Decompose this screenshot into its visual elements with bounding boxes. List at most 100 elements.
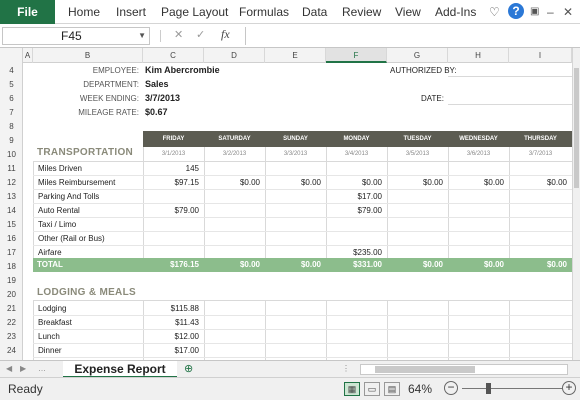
date-cell[interactable]: 3/6/2013 (448, 147, 509, 161)
minimize-icon[interactable]: – (547, 4, 554, 20)
tab-split-icon[interactable]: ⋮ (342, 364, 350, 373)
col-a-header[interactable]: A (23, 48, 33, 63)
cancel-icon[interactable]: ✕ (174, 27, 183, 43)
vertical-scrollbar[interactable] (572, 48, 580, 360)
row-label[interactable]: Auto Rental (38, 206, 80, 215)
expense-cell[interactable]: $97.15 (143, 178, 199, 187)
row-header[interactable]: 19 (0, 274, 23, 288)
col-d-header[interactable]: D (204, 48, 265, 63)
expense-cell[interactable]: $12.00 (143, 332, 199, 341)
horizontal-scroll-thumb[interactable] (375, 366, 475, 373)
restore-icon[interactable]: ▣ (530, 4, 539, 20)
row-header[interactable]: 22 (0, 316, 23, 330)
file-tab[interactable]: File (0, 0, 55, 24)
page-break-view-icon[interactable]: ▤ (384, 382, 400, 396)
row-label[interactable]: Parking And Tolls (38, 192, 99, 201)
row-header[interactable]: 14 (0, 204, 23, 218)
help-icon[interactable]: ? (508, 3, 524, 19)
col-b-header[interactable]: B (33, 48, 143, 63)
expense-cell[interactable]: 145 (143, 164, 199, 173)
row-header[interactable]: 16 (0, 232, 23, 246)
row-header[interactable]: 20 (0, 288, 23, 302)
row-header[interactable]: 4 (0, 64, 23, 78)
expense-cell[interactable]: $0.00 (326, 178, 382, 187)
row-label[interactable]: Breakfast (38, 318, 72, 327)
row-header[interactable]: 17 (0, 246, 23, 260)
zoom-level[interactable]: 64% (408, 382, 432, 396)
expense-cell[interactable]: $79.00 (143, 206, 199, 215)
department-value[interactable]: Sales (145, 79, 169, 89)
horizontal-scrollbar[interactable] (360, 364, 568, 375)
tab-data[interactable]: Data (302, 0, 327, 24)
expense-cell[interactable]: $79.00 (326, 206, 382, 215)
col-f-header[interactable]: F (326, 48, 387, 63)
row-header[interactable]: 8 (0, 120, 23, 134)
formula-input[interactable] (245, 27, 578, 45)
row-label[interactable]: Lodging (38, 304, 66, 313)
expense-cell[interactable]: $235.00 (326, 248, 382, 257)
heart-icon[interactable]: ♡ (489, 4, 500, 20)
row-header[interactable]: 11 (0, 162, 23, 176)
chevron-down-icon[interactable]: ▼ (138, 28, 146, 44)
name-box[interactable]: F45 ▼ (2, 27, 150, 45)
total-cell[interactable]: $0.00 (387, 258, 443, 272)
tab-page-layout[interactable]: Page Layout (161, 0, 228, 24)
total-cell[interactable]: $0.00 (204, 258, 260, 272)
close-icon[interactable]: ✕ (563, 4, 573, 20)
date-cell[interactable]: 3/3/2013 (265, 147, 326, 161)
row-header[interactable]: 15 (0, 218, 23, 232)
row-header[interactable]: 18 (0, 260, 23, 274)
enter-icon[interactable]: ✓ (196, 27, 205, 43)
date-cell[interactable]: 3/2/2013 (204, 147, 265, 161)
row-header[interactable]: 10 (0, 148, 23, 162)
row-header[interactable]: 12 (0, 176, 23, 190)
expense-cell[interactable]: $0.00 (265, 178, 321, 187)
new-sheet-icon[interactable]: ⊕ (184, 362, 193, 375)
total-cell[interactable]: $331.00 (326, 258, 382, 272)
total-cell[interactable]: $0.00 (448, 258, 504, 272)
tab-insert[interactable]: Insert (116, 0, 146, 24)
row-label[interactable]: Dinner (38, 346, 62, 355)
expense-cell[interactable]: $0.00 (204, 178, 260, 187)
total-cell[interactable]: $0.00 (265, 258, 321, 272)
employee-value[interactable]: Kim Abercrombie (145, 65, 220, 75)
date-cell[interactable]: 3/1/2013 (143, 147, 204, 161)
row-header[interactable]: 9 (0, 134, 23, 148)
zoom-slider-track[interactable] (462, 388, 562, 389)
expense-cell[interactable]: $0.00 (509, 178, 567, 187)
date-cell[interactable]: 3/4/2013 (326, 147, 387, 161)
zoom-out-icon[interactable]: − (444, 381, 458, 395)
select-all-corner[interactable] (0, 48, 23, 63)
date-cell[interactable]: 3/7/2013 (509, 147, 572, 161)
next-sheet-icon[interactable]: ▶ (20, 364, 26, 373)
expense-cell[interactable]: $0.00 (448, 178, 504, 187)
expense-cell[interactable]: $115.88 (143, 304, 199, 313)
tab-review[interactable]: Review (342, 0, 381, 24)
tab-formulas[interactable]: Formulas (239, 0, 289, 24)
row-header[interactable]: 5 (0, 78, 23, 92)
row-header[interactable]: 21 (0, 302, 23, 316)
row-header[interactable]: 6 (0, 92, 23, 106)
row-label[interactable]: Airfare (38, 248, 62, 257)
more-sheets-icon[interactable]: … (38, 364, 46, 373)
col-e-header[interactable]: E (265, 48, 326, 63)
expense-cell[interactable]: $0.00 (387, 178, 443, 187)
date-cell[interactable]: 3/5/2013 (387, 147, 448, 161)
tab-add-ins[interactable]: Add-Ins (435, 0, 476, 24)
total-cell[interactable]: $176.15 (143, 258, 199, 272)
page-layout-view-icon[interactable]: ▭ (364, 382, 380, 396)
expense-cell[interactable]: $17.00 (143, 346, 199, 355)
mileage-rate-value[interactable]: $0.67 (145, 107, 168, 117)
insert-function-button[interactable]: fx (221, 27, 230, 42)
row-label[interactable]: Miles Reimbursement (38, 178, 115, 187)
col-i-header[interactable]: I (509, 48, 572, 63)
zoom-in-icon[interactable]: + (562, 381, 576, 395)
prev-sheet-icon[interactable]: ◀ (6, 364, 12, 373)
tab-home[interactable]: Home (68, 0, 100, 24)
vertical-scroll-thumb[interactable] (574, 68, 579, 188)
row-label[interactable]: Lunch (38, 332, 60, 341)
tab-view[interactable]: View (395, 0, 421, 24)
expense-cell[interactable]: $17.00 (326, 192, 382, 201)
week-ending-value[interactable]: 3/7/2013 (145, 93, 180, 103)
expense-cell[interactable]: $11.43 (143, 318, 199, 327)
